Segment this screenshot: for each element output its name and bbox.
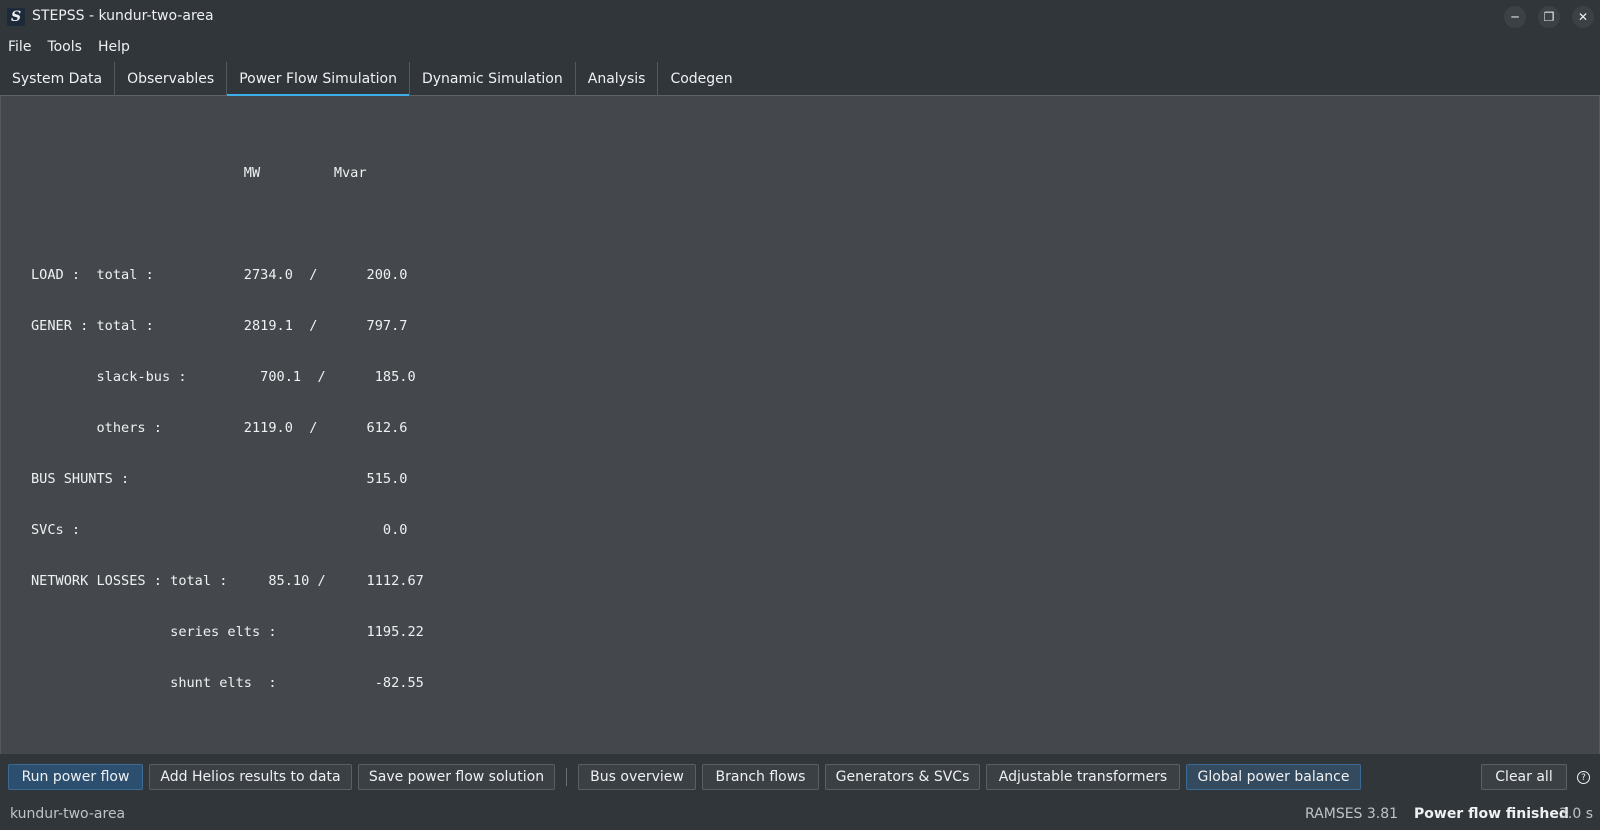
report-line: GENER : total : 2819.1 / 797.7 — [31, 318, 408, 334]
status-version: RAMSES 3.81 — [1305, 806, 1399, 822]
output-console-panel[interactable]: MW Mvar LOAD : total : 2734.0 / 200.0 GE… — [0, 96, 1600, 754]
report-line: MW Mvar — [31, 165, 367, 181]
menu-file[interactable]: File — [2, 39, 37, 55]
tab-codegen[interactable]: Codegen — [658, 62, 744, 96]
global-power-balance-button[interactable]: Global power balance — [1186, 764, 1361, 790]
generators-svcs-button[interactable]: Generators & SVCs — [825, 764, 980, 790]
clear-all-button[interactable]: Clear all — [1481, 764, 1567, 790]
save-power-flow-solution-button[interactable]: Save power flow solution — [358, 764, 555, 790]
app-logo-icon: S — [7, 8, 25, 26]
power-balance-report: MW Mvar LOAD : total : 2734.0 / 200.0 GE… — [31, 131, 424, 726]
report-line: others : 2119.0 / 612.6 — [31, 420, 408, 436]
report-line: BUS SHUNTS : 515.0 — [31, 471, 408, 487]
status-project-name: kundur-two-area — [10, 806, 126, 822]
button-separator — [566, 768, 567, 786]
tab-analysis[interactable]: Analysis — [576, 62, 659, 96]
tab-power-flow-simulation[interactable]: Power Flow Simulation — [227, 62, 410, 97]
status-message: Power flow finished — [1414, 806, 1569, 822]
tab-observables[interactable]: Observables — [115, 62, 228, 96]
report-line: LOAD : total : 2734.0 / 200.0 — [31, 267, 408, 283]
help-icon[interactable]: ? — [1577, 771, 1590, 784]
run-power-flow-button[interactable]: Run power flow — [8, 764, 143, 790]
report-line: SVCs : 0.0 — [31, 522, 408, 538]
status-elapsed-time: 3.0 s — [1559, 806, 1594, 822]
menu-tools[interactable]: Tools — [41, 39, 88, 55]
report-line: NETWORK LOSSES : total : 85.10 / 1112.67 — [31, 573, 424, 589]
report-line: shunt elts : -82.55 — [31, 675, 424, 691]
tab-bar: System Data Observables Power Flow Simul… — [0, 62, 1600, 97]
adjustable-transformers-button[interactable]: Adjustable transformers — [986, 764, 1180, 790]
branch-flows-button[interactable]: Branch flows — [702, 764, 819, 790]
window-title: STEPSS - kundur-two-area — [32, 8, 214, 24]
report-line: series elts : 1195.22 — [31, 624, 424, 640]
bus-overview-button[interactable]: Bus overview — [578, 764, 696, 790]
minimize-icon[interactable]: ─ — [1504, 6, 1526, 28]
title-bar: S STEPSS - kundur-two-area ─ ❐ ✕ — [0, 0, 1600, 34]
tab-system-data[interactable]: System Data — [0, 62, 116, 96]
report-line: slack-bus : 700.1 / 185.0 — [31, 369, 416, 385]
tab-dynamic-simulation[interactable]: Dynamic Simulation — [410, 62, 576, 96]
close-icon[interactable]: ✕ — [1572, 6, 1594, 28]
add-helios-results-button[interactable]: Add Helios results to data — [149, 764, 352, 790]
action-button-bar: Run power flow Add Helios results to dat… — [0, 754, 1600, 798]
menu-help[interactable]: Help — [92, 39, 136, 55]
menu-bar: File Tools Help — [0, 34, 1600, 60]
restore-icon[interactable]: ❐ — [1538, 6, 1560, 28]
report-line — [31, 216, 424, 233]
status-bar: kundur-two-area RAMSES 3.81 Power flow f… — [0, 798, 1600, 830]
